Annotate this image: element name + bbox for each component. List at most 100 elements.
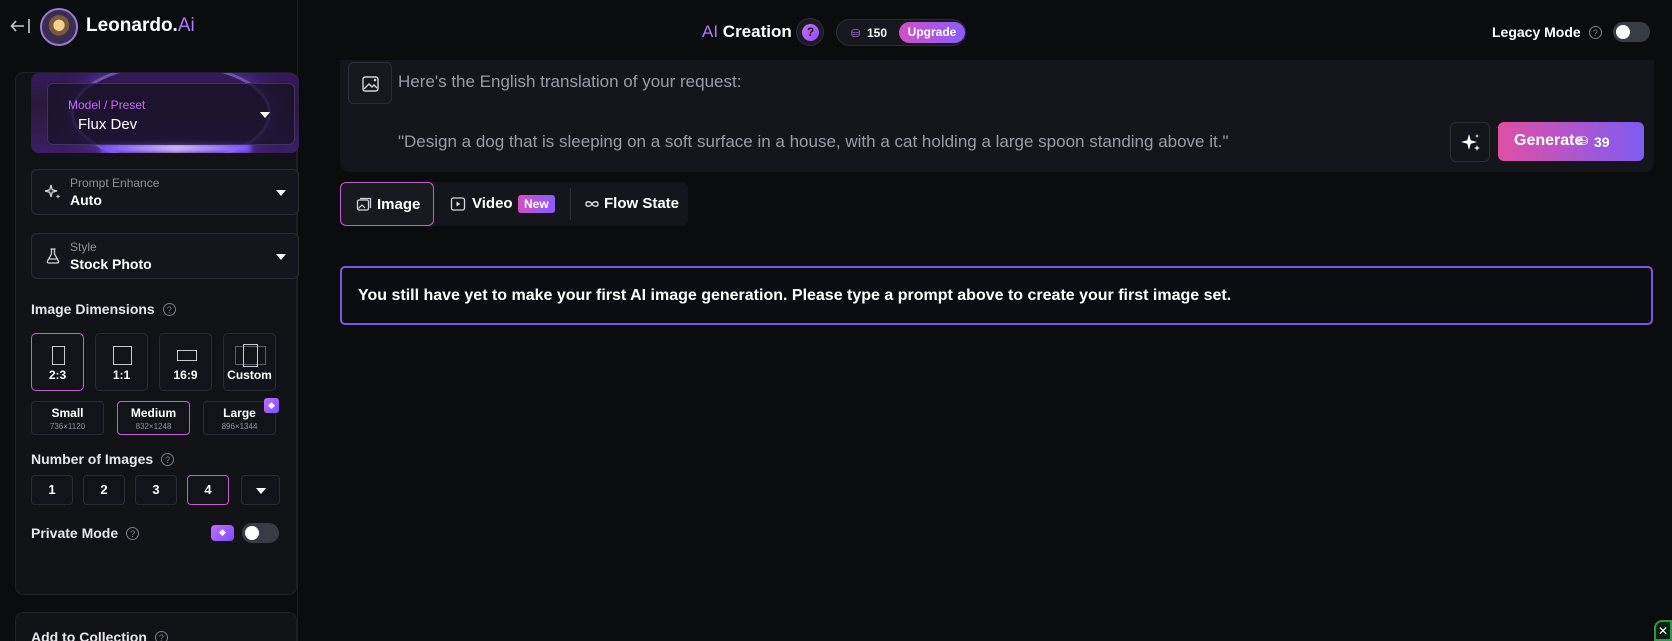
square-ratio-icon bbox=[113, 346, 132, 365]
ratio-label: 16:9 bbox=[173, 368, 198, 382]
prompt-text-line-1[interactable]: Here's the English translation of your r… bbox=[398, 72, 741, 92]
token-count: 150 bbox=[867, 26, 888, 40]
toggle-knob bbox=[245, 526, 259, 540]
media-tabs: Image Video New Flow State bbox=[340, 182, 688, 226]
tab-image-label: Image bbox=[377, 196, 421, 213]
ratio-label: Custom bbox=[227, 368, 272, 382]
style-select[interactable]: Style Stock Photo bbox=[31, 233, 299, 279]
model-preset-label: Model / Preset bbox=[68, 98, 146, 112]
close-icon[interactable]: ✕ bbox=[1654, 620, 1672, 641]
tab-video-label: Video bbox=[472, 195, 513, 212]
generation-settings-panel: Model / Preset Flux Dev Prompt Enhance A… bbox=[15, 72, 299, 595]
ratio-label: 1:1 bbox=[112, 368, 131, 382]
brand-name[interactable]: Leonardo.Ai bbox=[86, 15, 195, 37]
prompt-text-line-2[interactable]: "Design a dog that is sleeping on a soft… bbox=[398, 132, 1229, 152]
flask-icon bbox=[46, 248, 60, 264]
num-images-2-button[interactable]: 2 bbox=[83, 475, 125, 505]
ratio-16-9-button[interactable]: 16:9 bbox=[159, 333, 212, 391]
prompt-box[interactable]: Here's the English translation of your r… bbox=[340, 60, 1654, 172]
tab-flow-state[interactable]: Flow State bbox=[572, 182, 686, 226]
generate-button[interactable]: Generate ⛁ 39 bbox=[1498, 122, 1644, 161]
upgrade-button[interactable]: Upgrade bbox=[899, 22, 965, 43]
legacy-mode-text: Legacy Mode bbox=[1492, 24, 1581, 40]
prompt-enhance-button[interactable] bbox=[1450, 122, 1490, 162]
style-value: Stock Photo bbox=[70, 256, 152, 272]
num-images-3-button[interactable]: 3 bbox=[135, 475, 177, 505]
brand-header: Leonardo.Ai bbox=[0, 0, 318, 52]
prompt-enhance-select[interactable]: Prompt Enhance Auto bbox=[31, 169, 299, 215]
private-mode-toggle[interactable] bbox=[242, 523, 279, 543]
help-icon[interactable]: ? bbox=[162, 303, 176, 316]
prompt-enhance-label: Prompt Enhance bbox=[70, 176, 160, 190]
help-button[interactable]: ? bbox=[796, 18, 824, 46]
brand-name-main: Leonardo. bbox=[86, 15, 178, 36]
token-balance[interactable]: ⛁ 150 Upgrade bbox=[836, 19, 966, 46]
num-images-1-button[interactable]: 1 bbox=[31, 475, 73, 505]
size-label: Medium bbox=[130, 406, 177, 420]
add-to-collection-label: Add to Collection bbox=[31, 629, 147, 641]
number-of-images-title: Number of Images? bbox=[31, 451, 175, 467]
add-to-collection-title: Add to Collection? bbox=[31, 629, 168, 641]
toggle-knob bbox=[1616, 25, 1630, 39]
style-label: Style bbox=[70, 240, 97, 254]
ratio-2-3-button[interactable]: 2:3 bbox=[31, 333, 84, 391]
landscape-ratio-icon bbox=[177, 350, 197, 361]
legacy-mode-label: Legacy Mode? bbox=[1492, 24, 1602, 40]
video-icon bbox=[450, 197, 466, 211]
ratio-custom-button[interactable]: Custom bbox=[223, 333, 276, 391]
brand-logo[interactable] bbox=[40, 8, 78, 46]
sidebar: Leonardo.Ai Model / Preset Flux Dev Prom… bbox=[0, 0, 299, 641]
model-preset-box[interactable]: Model / Preset Flux Dev bbox=[47, 83, 295, 145]
prompt-enhance-value: Auto bbox=[70, 192, 102, 208]
generate-label: Generate bbox=[1514, 132, 1584, 149]
size-small-button[interactable]: Small 736×1120 bbox=[31, 401, 104, 435]
size-label: Small bbox=[51, 406, 84, 420]
chevron-down-icon bbox=[276, 190, 286, 196]
size-medium-button[interactable]: Medium 832×1248 bbox=[117, 401, 190, 435]
help-icon[interactable]: ? bbox=[126, 527, 140, 540]
tab-flow-state-label: Flow State bbox=[604, 195, 680, 212]
chevron-down-icon bbox=[260, 112, 270, 118]
num-images-4-button[interactable]: 4 bbox=[187, 475, 229, 505]
ratio-1-1-button[interactable]: 1:1 bbox=[95, 333, 148, 391]
model-preset-selector[interactable]: Model / Preset Flux Dev bbox=[31, 73, 299, 153]
size-dims: 736×1120 bbox=[49, 422, 86, 431]
chevron-down-icon bbox=[276, 254, 286, 260]
tab-video[interactable]: Video New bbox=[436, 182, 570, 226]
infinity-icon bbox=[585, 201, 599, 207]
top-bar: AI Creation ? ⛁ 150 Upgrade Legacy Mode? bbox=[298, 0, 1672, 64]
model-preset-value: Flux Dev bbox=[78, 116, 138, 133]
token-coins-icon: ⛁ bbox=[851, 28, 861, 40]
question-icon: ? bbox=[802, 24, 819, 41]
premium-gem-icon: ◆ bbox=[264, 398, 279, 413]
premium-gem-icon: ◆ bbox=[211, 525, 234, 541]
page-title: AI Creation bbox=[702, 22, 792, 42]
page-title-ai: AI bbox=[702, 22, 719, 41]
image-dimensions-label: Image Dimensions bbox=[31, 301, 155, 317]
images-icon bbox=[356, 197, 372, 211]
brand-name-ai: Ai bbox=[177, 15, 195, 36]
new-badge: New bbox=[518, 195, 555, 213]
image-prompt-button[interactable] bbox=[348, 62, 392, 104]
chevron-down-icon bbox=[256, 488, 266, 494]
sparkle-icon bbox=[44, 184, 61, 199]
token-coins-icon: ⛁ bbox=[1578, 134, 1589, 148]
add-to-collection-panel[interactable]: Add to Collection? bbox=[15, 612, 297, 641]
portrait-ratio-icon bbox=[52, 346, 65, 365]
custom-ratio-icon-inner bbox=[243, 344, 258, 367]
ratio-label: 2:3 bbox=[48, 368, 67, 382]
private-mode-label: Private Mode bbox=[31, 525, 119, 541]
image-add-icon bbox=[362, 76, 379, 92]
page-title-rest: Creation bbox=[718, 22, 792, 41]
size-dims: 896×1344 bbox=[221, 422, 258, 431]
help-icon[interactable]: ? bbox=[1588, 26, 1602, 39]
tab-image[interactable]: Image bbox=[340, 182, 434, 226]
legacy-mode-toggle[interactable] bbox=[1613, 22, 1650, 42]
generate-cost: 39 bbox=[1594, 134, 1610, 150]
help-icon[interactable]: ? bbox=[154, 631, 168, 641]
help-icon[interactable]: ? bbox=[161, 453, 175, 466]
num-images-more-button[interactable] bbox=[241, 475, 280, 505]
collapse-sidebar-icon[interactable] bbox=[10, 16, 32, 36]
private-mode-title: Private Mode? bbox=[31, 525, 140, 541]
tab-divider bbox=[570, 188, 571, 220]
